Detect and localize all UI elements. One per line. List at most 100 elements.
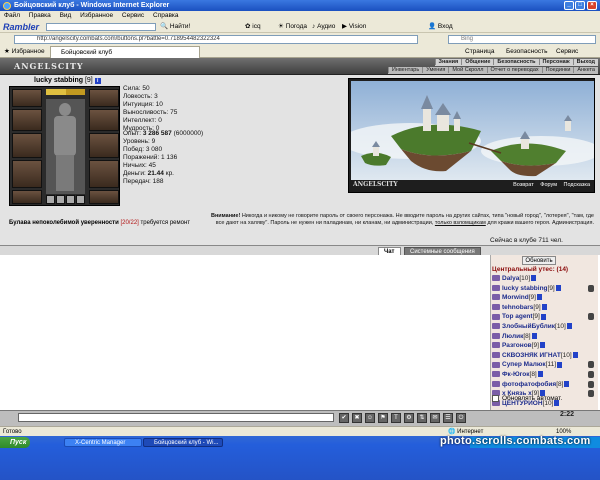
shield-slot[interactable] (89, 133, 119, 158)
list-item[interactable]: tehnobars[9] (492, 303, 598, 313)
info-icon[interactable] (537, 371, 543, 378)
favorites-button[interactable]: ★ Избранное (4, 45, 45, 58)
bracer-slot[interactable] (89, 109, 119, 131)
helmet-slot[interactable] (12, 89, 42, 107)
menu-help[interactable]: Справка (153, 12, 179, 19)
player-name[interactable]: Morwind (502, 294, 529, 301)
player-name[interactable]: Люлик (502, 333, 523, 340)
minimize-button[interactable]: _ (564, 1, 574, 10)
return-link[interactable]: Возврат (513, 182, 534, 188)
player-name[interactable]: lucky stabbing (502, 285, 548, 292)
list-item[interactable]: Люлик[8] (492, 332, 598, 342)
boots-slot[interactable] (89, 190, 119, 204)
bing-search-input[interactable]: Bing (448, 35, 596, 44)
task-xcentric[interactable]: X-Centric Manager (64, 438, 142, 447)
player-name[interactable]: Фк-Югок (502, 371, 530, 378)
auto-refresh-checkbox[interactable] (492, 395, 499, 402)
auto-refresh-toggle[interactable]: Обновлять автомат. (492, 395, 562, 402)
chat-settings-button[interactable]: ⚙ (404, 413, 414, 423)
start-button[interactable]: Пуск (0, 437, 30, 448)
list-item[interactable]: СКВОЗНЯК ИГНАТ[10] (492, 351, 598, 361)
info-icon[interactable] (555, 284, 561, 291)
security-menu[interactable]: Безопасность (506, 45, 547, 58)
list-item[interactable]: Morwind[9] (492, 293, 598, 303)
menu-file[interactable]: Файл (4, 12, 20, 19)
player-name[interactable]: tehnobars (502, 304, 533, 311)
item-name[interactable]: Булава непоколебимой уверенности (9, 220, 119, 226)
clear-button[interactable]: ✖ (352, 413, 362, 423)
login-button[interactable]: 👤 Вход (428, 21, 453, 33)
refresh-button[interactable]: Обновить (522, 256, 556, 265)
player-name[interactable]: СКВОЗНЯК ИГНАТ (502, 352, 561, 359)
send-button[interactable]: ✔ (339, 413, 349, 423)
service-menu[interactable]: Сервис (556, 45, 578, 58)
pocket-slot-4[interactable] (76, 195, 85, 204)
menu-favorites[interactable]: Избранное (80, 12, 113, 19)
pocket-slot-1[interactable] (46, 195, 55, 204)
pocket-slot-2[interactable] (56, 195, 65, 204)
weather-button[interactable]: ☀ Погода (278, 21, 307, 33)
info-icon[interactable] (540, 313, 546, 320)
list-item[interactable]: Супер Малюк[11] (492, 360, 598, 370)
player-name[interactable]: Dalya (502, 275, 519, 282)
menu-tools[interactable]: Сервис (122, 12, 144, 19)
pocket-slot-3[interactable] (66, 195, 75, 204)
nav-security[interactable]: Безопасность (493, 59, 539, 65)
list-item[interactable]: Разгонов[9] (492, 341, 598, 351)
toolbar-search-input[interactable] (46, 23, 156, 31)
info-icon[interactable] (531, 275, 537, 282)
nav-transfer-report[interactable]: Отчет о переводах (486, 67, 542, 73)
armor-slot[interactable] (12, 160, 42, 188)
weapon-slot[interactable] (12, 133, 42, 158)
list-item[interactable]: Фк-Югок[8] (492, 370, 598, 380)
translit-button[interactable]: T (391, 413, 401, 423)
nav-communication[interactable]: Общение (461, 59, 494, 65)
info-icon[interactable] (539, 342, 545, 349)
chat-log-area[interactable] (0, 255, 490, 410)
icq-button[interactable]: ✿ icq (245, 21, 261, 33)
page-menu[interactable]: Страница (465, 45, 494, 58)
player-name[interactable]: Top agent (502, 313, 533, 320)
info-icon[interactable] (566, 323, 572, 330)
warning-link[interactable]: только взломщикам (435, 220, 486, 226)
chat-input[interactable] (18, 413, 334, 422)
exit-chat-button[interactable]: ⏻ (456, 413, 466, 423)
private-button[interactable]: ✉ (430, 413, 440, 423)
task-browser[interactable]: Бойцовский клуб - Wi... (143, 438, 223, 447)
nav-inventory[interactable]: Инвентарь (387, 67, 423, 73)
vision-button[interactable]: ▶ Vision (342, 21, 366, 33)
find-button[interactable]: 🔍 Найти! (160, 21, 190, 33)
scroll-button[interactable]: ⇅ (417, 413, 427, 423)
nav-skills[interactable]: Умения (422, 67, 449, 73)
list-item[interactable]: фотофатофобия[8] (492, 380, 598, 390)
rambler-logo[interactable]: Rambler (3, 21, 39, 33)
info-icon[interactable] (531, 332, 537, 339)
filter-button[interactable]: ⚑ (378, 413, 388, 423)
info-icon[interactable]: i (94, 78, 101, 84)
nav-exit[interactable]: Выход (572, 59, 598, 65)
info-icon[interactable] (541, 304, 547, 311)
player-name[interactable]: Супер Малюк (502, 361, 546, 368)
nav-knowledge[interactable]: Знания (434, 59, 462, 65)
list-item[interactable]: lucky stabbing[9] (492, 284, 598, 294)
player-name[interactable]: ЗлобныйБублик (502, 323, 555, 330)
nav-profile[interactable]: Анкета (573, 67, 598, 73)
nav-character[interactable]: Персонаж (538, 59, 573, 65)
hint-link[interactable]: Подсказка (564, 182, 590, 188)
list-item[interactable]: ЗлобныйБублик[10] (492, 322, 598, 332)
info-icon[interactable] (536, 294, 542, 301)
earrings-slot[interactable] (12, 109, 42, 131)
player-name[interactable]: фотофатофобия (502, 381, 556, 388)
info-icon[interactable] (557, 361, 563, 368)
info-icon[interactable] (572, 352, 578, 359)
list-item[interactable]: Top agent[9] (492, 312, 598, 322)
ring-slot[interactable] (89, 160, 119, 188)
nav-my-scroll[interactable]: Мой Скролл (448, 67, 487, 73)
player-name[interactable]: Разгонов (502, 342, 532, 349)
nav-battles[interactable]: Поединки (541, 67, 574, 73)
belt-slot[interactable] (12, 190, 42, 204)
forum-link[interactable]: Форум (540, 182, 557, 188)
info-icon[interactable] (564, 380, 570, 387)
close-button[interactable]: × (587, 1, 597, 10)
maximize-button[interactable]: □ (575, 1, 585, 10)
